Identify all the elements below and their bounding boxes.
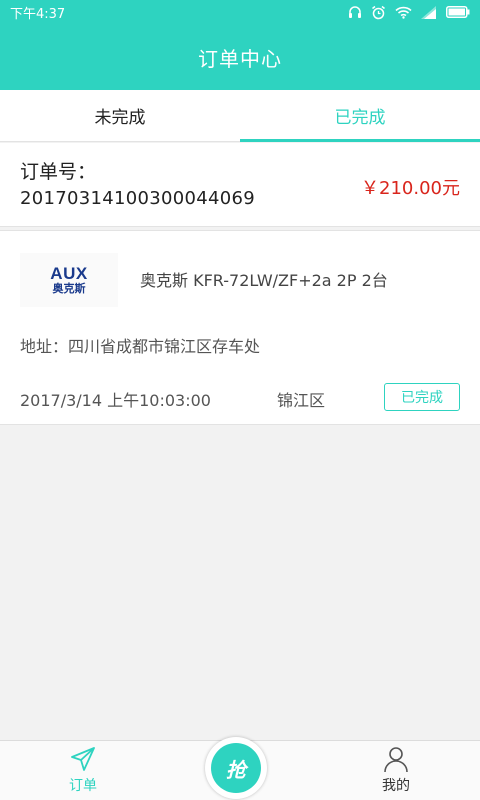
product-name: 奥克斯 KFR-72LW/ZF+2a 2P 2台	[140, 271, 388, 290]
nav-orders[interactable]: 订单	[33, 741, 133, 800]
nav-mine[interactable]: 我的	[346, 741, 446, 800]
headphone-icon	[349, 6, 361, 18]
grab-order-button[interactable]: 抢	[205, 737, 267, 799]
nav-orders-label: 订单	[69, 778, 97, 794]
status-icons	[348, 5, 470, 20]
wifi-icon	[395, 6, 412, 19]
nav-mine-label: 我的	[382, 778, 410, 794]
status-time: 下午4:37	[10, 6, 66, 22]
brand-logo-cn: 奥克斯	[52, 282, 86, 295]
order-address: 地址：四川省成都市锦江区存车处	[20, 337, 261, 356]
page-title: 订单中心	[198, 46, 282, 71]
order-district: 锦江区	[277, 391, 326, 410]
battery-icon	[446, 6, 470, 18]
order-number: 20170314100300044069	[20, 188, 256, 209]
brand-logo-en: AUX	[50, 264, 88, 283]
user-icon	[384, 747, 408, 773]
order-number-label: 订单号：	[20, 161, 97, 183]
brand-logo: AUX 奥克斯	[20, 253, 118, 307]
order-card[interactable]: AUX 奥克斯 奥克斯 KFR-72LW/ZF+2a 2P 2台 地址：四川省成…	[0, 230, 480, 425]
paper-plane-icon	[71, 747, 95, 771]
order-tabs: 未完成 已完成	[0, 90, 480, 142]
order-time: 2017/3/14 上午10:03:00	[20, 391, 211, 410]
grab-button-label: 抢	[211, 743, 261, 793]
order-header[interactable]: 订单号： 20170314100300044069 ￥210.00元	[0, 143, 480, 227]
tab-completed[interactable]: 已完成	[240, 90, 480, 142]
order-price: ￥210.00元	[361, 178, 460, 199]
status-bar: 下午4:37	[0, 0, 480, 24]
tab-incomplete[interactable]: 未完成	[0, 90, 240, 141]
header: 订单中心	[0, 24, 480, 90]
status-badge: 已完成	[384, 383, 460, 411]
alarm-icon	[372, 5, 385, 19]
signal-icon	[421, 5, 436, 19]
